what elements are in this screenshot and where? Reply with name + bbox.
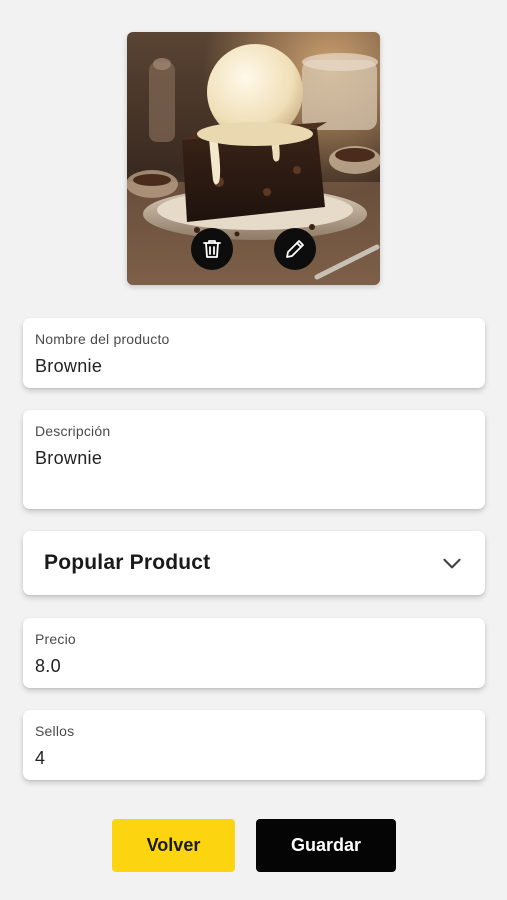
description-value[interactable]: Brownie xyxy=(35,448,473,468)
pencil-icon xyxy=(286,240,304,258)
brownie-photo xyxy=(127,32,380,285)
description-label: Descripción xyxy=(35,423,111,439)
category-dropdown[interactable]: Popular Product xyxy=(23,531,485,595)
price-field[interactable]: Precio 8.0 xyxy=(23,618,485,688)
product-name-value[interactable]: Brownie xyxy=(35,356,473,376)
chevron-down-icon xyxy=(443,558,461,569)
trash-icon xyxy=(203,240,221,258)
seals-label: Sellos xyxy=(35,723,75,739)
category-selected-value: Popular Product xyxy=(44,551,211,574)
price-value[interactable]: 8.0 xyxy=(35,656,473,676)
back-button[interactable]: Volver xyxy=(112,819,235,872)
delete-image-button[interactable] xyxy=(191,228,233,270)
seals-field[interactable]: Sellos 4 xyxy=(23,710,485,780)
product-name-field[interactable]: Nombre del producto Brownie xyxy=(23,318,485,388)
seals-value[interactable]: 4 xyxy=(35,748,473,768)
description-field[interactable]: Descripción Brownie xyxy=(23,410,485,509)
edit-image-button[interactable] xyxy=(274,228,316,270)
product-name-label: Nombre del producto xyxy=(35,331,170,347)
save-button[interactable]: Guardar xyxy=(256,819,396,872)
product-image xyxy=(127,32,380,285)
price-label: Precio xyxy=(35,631,76,647)
